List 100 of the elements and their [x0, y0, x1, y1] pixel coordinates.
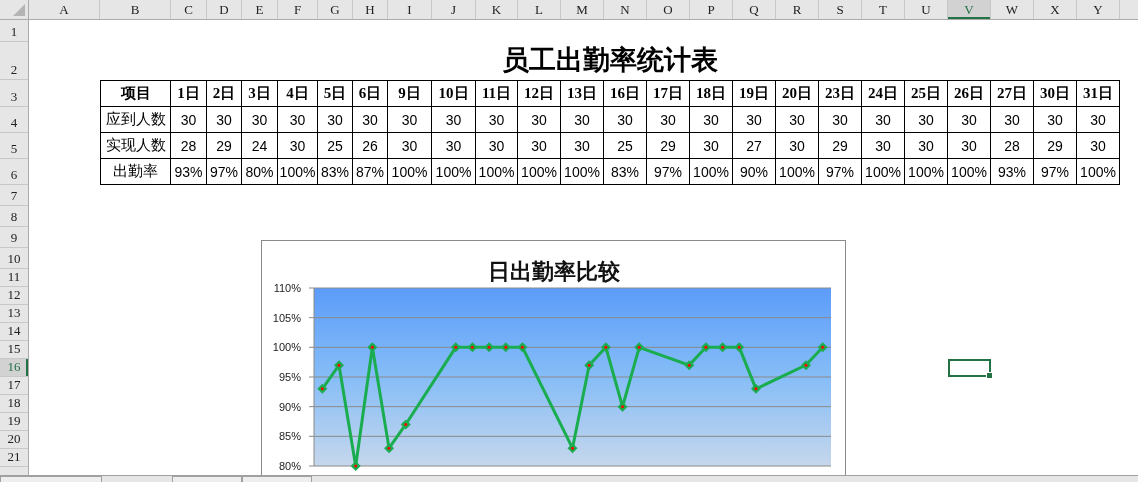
column-header[interactable]: N [604, 0, 647, 19]
row-header[interactable]: 13 [0, 305, 28, 323]
column-header[interactable]: P [690, 0, 733, 19]
axis-label: 85% [278, 430, 301, 443]
column-header[interactable]: W [991, 0, 1034, 19]
row-header[interactable]: 9 [0, 227, 28, 248]
row-header[interactable]: 18 [0, 395, 28, 413]
sheet-tab[interactable] [0, 476, 102, 482]
table-cell: 93% [991, 159, 1034, 185]
data-marker [450, 342, 461, 353]
column-header[interactable]: S [819, 0, 862, 19]
column-header[interactable]: E [242, 0, 278, 19]
select-all-corner[interactable] [0, 0, 29, 20]
column-header[interactable]: L [518, 0, 561, 19]
column-header[interactable]: Y [1077, 0, 1120, 19]
axis-label: 95% [278, 371, 301, 383]
row-header[interactable]: 8 [0, 206, 28, 227]
table-cell: 80% [242, 159, 278, 185]
row-header[interactable]: 14 [0, 323, 28, 341]
table-cell: 30 [690, 133, 733, 159]
row-header[interactable]: 6 [0, 159, 28, 185]
data-marker [334, 360, 344, 371]
column-header[interactable]: V [948, 0, 991, 19]
table-cell: 30 [905, 107, 948, 133]
column-header[interactable]: J [432, 0, 476, 19]
row-header[interactable]: 19 [0, 413, 28, 431]
sheet-tab[interactable] [242, 476, 312, 482]
table-cell: 30 [1077, 107, 1120, 133]
table-cell: 30 [518, 107, 561, 133]
table-cell: 97% [1034, 159, 1077, 185]
row-header[interactable]: 16 [0, 359, 28, 377]
header-cell: 1日 [171, 80, 207, 107]
table-cell: 93% [171, 159, 207, 185]
data-marker [700, 342, 711, 353]
column-header[interactable]: Q [733, 0, 776, 19]
data-marker [500, 342, 511, 353]
data-marker [717, 342, 728, 353]
row-header[interactable]: 12 [0, 287, 28, 305]
table-cell: 30 [318, 107, 353, 133]
sheet-title: 员工出勤率统计表 [501, 44, 719, 77]
row-label-cell: 出勤率 [100, 159, 171, 185]
table-cell: 30 [432, 107, 476, 133]
data-marker [617, 401, 628, 412]
column-header[interactable]: T [862, 0, 905, 19]
row-header[interactable]: 5 [0, 133, 28, 159]
column-header[interactable]: O [647, 0, 690, 19]
table-cell: 30 [561, 133, 604, 159]
table-cell: 100% [776, 159, 819, 185]
row-header[interactable]: 7 [0, 185, 28, 206]
column-header[interactable]: A [29, 0, 100, 19]
column-header[interactable]: F [278, 0, 318, 19]
table-cell: 30 [948, 133, 991, 159]
data-marker [750, 383, 761, 394]
table-cell: 30 [862, 133, 905, 159]
header-cell: 11日 [476, 80, 518, 107]
header-cell: 24日 [862, 80, 905, 107]
header-cell: 9日 [388, 80, 432, 107]
table-cell: 30 [647, 107, 690, 133]
column-header[interactable]: K [476, 0, 518, 19]
header-cell: 2日 [207, 80, 242, 107]
data-marker [384, 443, 395, 454]
row-header[interactable]: 21 [0, 449, 28, 467]
table-cell: 30 [561, 107, 604, 133]
row-header[interactable]: 1 [0, 20, 28, 42]
fill-handle[interactable] [986, 372, 993, 379]
column-header[interactable]: H [353, 0, 388, 19]
row-label-cell: 实现人数 [100, 133, 171, 159]
row-header[interactable]: 4 [0, 107, 28, 133]
table-cell: 28 [991, 133, 1034, 159]
table-cell: 30 [278, 133, 318, 159]
sheet-tab[interactable] [172, 476, 242, 482]
data-marker [600, 342, 611, 353]
row-header[interactable]: 17 [0, 377, 28, 395]
table-cell: 30 [207, 107, 242, 133]
column-header[interactable]: I [388, 0, 432, 19]
table-cell: 30 [476, 133, 518, 159]
row-header[interactable]: 20 [0, 431, 28, 449]
column-header[interactable]: M [561, 0, 604, 19]
table-cell: 97% [647, 159, 690, 185]
column-header[interactable]: X [1034, 0, 1077, 19]
table-cell: 25 [604, 133, 647, 159]
column-header[interactable]: R [776, 0, 819, 19]
row-header[interactable]: 3 [0, 80, 28, 107]
column-header[interactable]: B [100, 0, 171, 19]
table-cell: 100% [561, 159, 604, 185]
header-cell: 10日 [432, 80, 476, 107]
selected-cell[interactable] [948, 359, 991, 377]
data-marker [367, 342, 378, 353]
row-label-cell: 应到人数 [100, 107, 171, 133]
row-header[interactable]: 10 [0, 248, 28, 269]
table-cell: 30 [948, 107, 991, 133]
header-cell: 16日 [604, 80, 647, 107]
column-header[interactable]: C [171, 0, 207, 19]
column-header[interactable]: G [318, 0, 353, 19]
table-cell: 30 [776, 107, 819, 133]
row-header[interactable]: 2 [0, 42, 28, 80]
column-header[interactable]: D [207, 0, 242, 19]
row-header[interactable]: 11 [0, 269, 28, 287]
table-cell: 30 [242, 107, 278, 133]
header-cell: 项目 [100, 80, 171, 107]
